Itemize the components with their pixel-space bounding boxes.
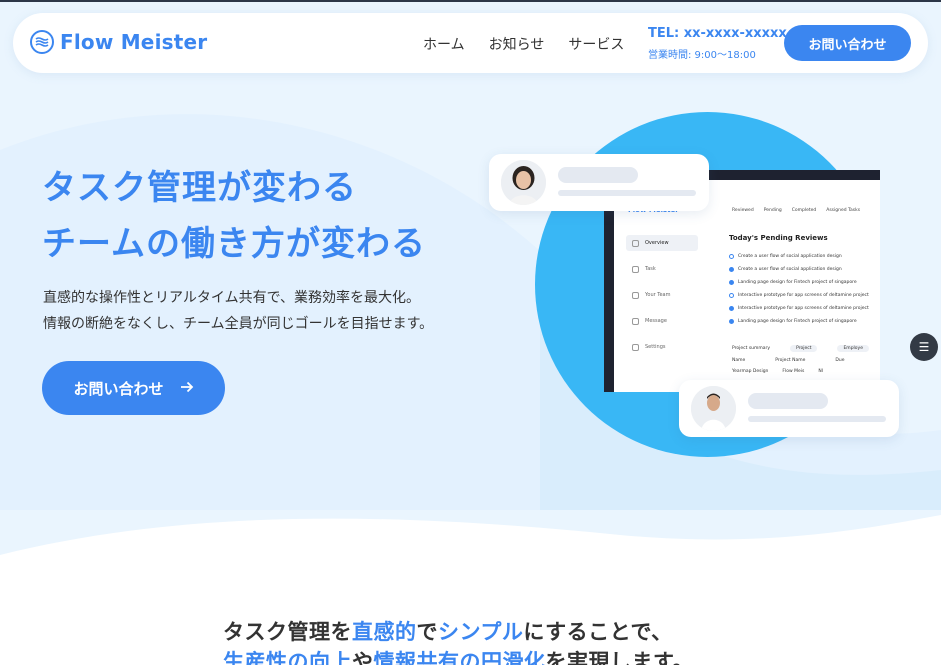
task-row: Interactive prototype for app screens of… [729,289,879,302]
headline-highlight: 直感的 [352,620,417,644]
summary-col: Project Name [775,358,806,363]
app-tabs: Reviewed Pending Completed Assigned Task… [732,208,860,213]
task-label: Interactive prototype for app screens of… [738,306,869,311]
skeleton-text [558,190,696,196]
summary-col: Name [732,358,746,363]
summary-cell: Nl [818,369,823,374]
app-sidebar-item: Message [626,313,698,329]
task-row: Create a user flow of social application… [729,250,879,263]
headline-highlight: 情報共有の円滑化 [373,650,546,665]
task-label: Create a user flow of social application… [738,267,842,272]
avatar [691,386,736,431]
hero-title-line2: チームの働き方が変わる [42,224,426,264]
radio-icon [729,293,734,298]
app-sidebar: Overview Task Your Team Message Settings [626,235,698,365]
settings-icon [632,343,639,351]
hero-description: 直感的な操作性とリアルタイム共有で、業務効率を最大化。 情報の断絶をなくし、チー… [43,285,433,337]
business-hours: 営業時間: 9:00〜18:00 [648,50,756,61]
headline-text: で [416,620,438,644]
task-list: Create a user flow of social application… [729,250,879,328]
task-label: Landing page design for Fintech project … [738,319,857,324]
radio-icon [729,254,734,259]
headline-text: を実現します。 [545,650,694,665]
accessibility-widget-icon[interactable]: ☰ [910,333,938,361]
app-sidebar-label: Overview [645,240,669,246]
hero-title-line1: タスク管理が変わる [42,168,357,208]
top-border [0,0,941,2]
employee-filter: Employe [837,345,869,352]
hero-contact-label: お問い合わせ [73,379,164,398]
radio-icon [729,306,734,311]
app-screen: Flow Meister Overview Task Your Team Mes… [614,180,880,392]
summary-col: Due [835,358,845,363]
section2-line1: タスク管理を直感的でシンプルにすることで、 [223,617,694,647]
phone-number[interactable]: TEL: xx-xxxx-xxxxx [648,26,787,41]
task-label: Create a user flow of social application… [738,254,842,259]
app-sidebar-label: Settings [645,344,666,350]
skeleton-name [558,167,638,183]
radio-icon [729,280,734,285]
project-summary: Project summary Project Employe Name Pro… [732,345,869,374]
app-tab: Assigned Tasks [826,208,861,213]
radio-icon [729,319,734,324]
headline-text: タスク管理を [223,620,352,644]
user-card-male [679,380,899,437]
task-row: Interactive prototype for app screens of… [729,302,879,315]
app-sidebar-item: Your Team [626,287,698,303]
section2-line2: 生産性の向上や情報共有の円滑化を実現します。 [223,647,694,665]
nav-news[interactable]: お知らせ [489,34,545,54]
headline-highlight: シンプル [438,620,524,644]
site-header: Flow Meister ホーム お知らせ サービス TEL: xx-xxxx-… [13,13,928,73]
team-icon [632,291,639,299]
project-summary-title: Project summary [732,346,771,351]
app-sidebar-label: Your Team [645,292,671,298]
app-sidebar-item: Settings [626,339,698,355]
task-row: Landing page design for Fintech project … [729,315,879,328]
avatar [501,160,546,205]
headline-text: にすることで、 [523,620,673,644]
user-card-female [489,154,709,211]
headline-highlight: 生産性の向上 [223,650,352,665]
logo-text: Flow Meister [60,30,208,54]
main-nav: ホーム お知らせ サービス [423,34,624,54]
task-icon [632,265,639,273]
task-label: Interactive prototype for app screens of… [738,293,869,298]
app-sidebar-item: Task [626,261,698,277]
hero-desc-line1: 直感的な操作性とリアルタイム共有で、業務効率を最大化。 [43,290,421,306]
app-sidebar-label: Task [645,266,656,272]
summary-cell: Yearmap Design [732,369,769,374]
waves-icon [30,30,54,54]
app-sidebar-item: Overview [626,235,698,251]
contact-info: TEL: xx-xxxx-xxxxx 営業時間: 9:00〜18:00 [648,26,787,61]
hero-contact-button[interactable]: お問い合わせ [42,361,225,415]
nav-home[interactable]: ホーム [423,34,465,54]
header-contact-button[interactable]: お問い合わせ [784,25,911,61]
hero-title: タスク管理が変わる チームの働き方が変わる [42,160,426,272]
logo[interactable]: Flow Meister [30,30,207,54]
grid-icon [632,239,639,247]
app-tab: Completed [791,208,817,213]
pending-title: Today's Pending Reviews [729,234,828,242]
task-label: Landing page design for Fintech project … [738,280,857,285]
hero-desc-line2: 情報の断絶をなくし、チーム全員が同じゴールを目指せます。 [43,316,434,332]
skeleton-text [748,416,886,422]
app-tab: Pending [763,208,782,213]
app-tab: Reviewed [732,208,754,213]
message-icon [632,317,639,325]
task-row: Landing page design for Fintech project … [729,276,879,289]
headline-text: や [352,650,374,665]
project-filter: Project [790,345,818,352]
skeleton-name [748,393,828,409]
task-row: Create a user flow of social application… [729,263,879,276]
arrow-right-icon [180,379,194,397]
app-sidebar-label: Message [645,318,667,324]
radio-icon [729,267,734,272]
section2-headline: タスク管理を直感的でシンプルにすることで、 生産性の向上や情報共有の円滑化を実現… [223,617,694,665]
nav-services[interactable]: サービス [568,34,624,54]
summary-cell: Flow Meis [782,369,805,374]
